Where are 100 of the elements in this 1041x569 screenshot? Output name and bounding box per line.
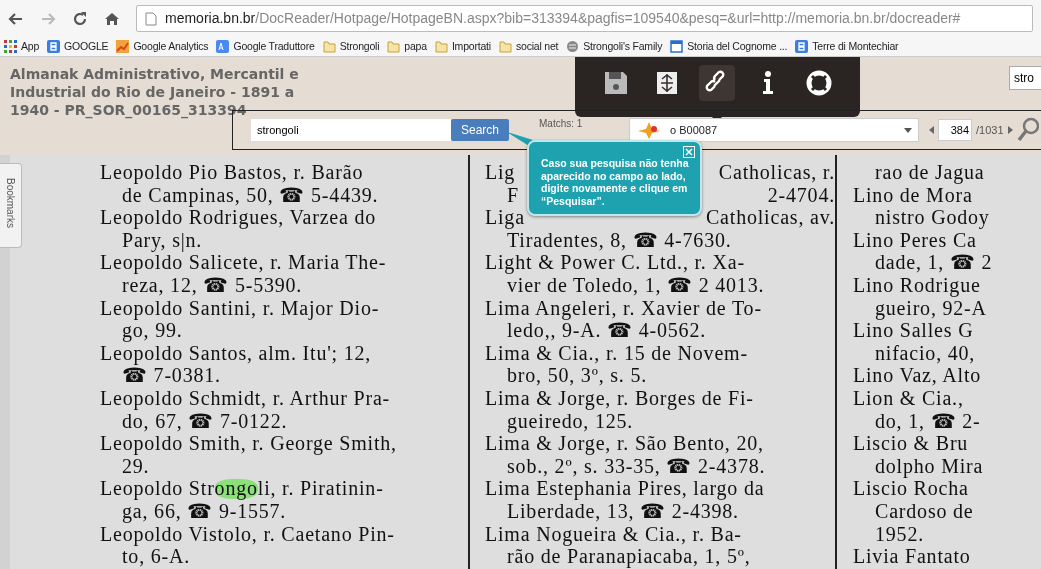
dropdown-caret-icon — [904, 127, 913, 133]
scan-text-line: Leopoldo Santini, r. Major Dio- — [100, 296, 380, 320]
search-field[interactable]: stro — [1009, 66, 1041, 90]
scan-text-line: Lima & Jorge, r. São Bento, 20, — [485, 432, 764, 455]
scan-text-line: dade, 1, ☎ 2 — [875, 251, 993, 274]
folder-icon — [434, 40, 448, 53]
scan-text-line: Leopoldo Salicete, r. Maria The- — [100, 251, 387, 274]
folder-icon — [387, 40, 401, 53]
scan-text-line: Lima Estephania Pires, largo da — [485, 477, 765, 500]
edition-dropdown[interactable]: o B00087 — [629, 118, 920, 142]
scan-text-line: bro, 50, 3º, s. 5. — [507, 364, 648, 387]
scan-text-line: Livia Fantato — [853, 545, 971, 568]
bookmark-link[interactable]: Strongoli's Family — [566, 38, 663, 55]
scan-text-line: Liscio & Bru — [853, 432, 969, 455]
next-page-icon[interactable] — [1007, 126, 1013, 134]
scan-text-line: ga, 66, ☎ 9-1557. — [122, 499, 287, 523]
page-icon — [145, 11, 157, 26]
scan-text-line: ledo,, 9-A. ☎ 4-0562. — [507, 319, 706, 342]
scan-text-line: Lino Rodrigue — [853, 273, 981, 297]
bookmark-link[interactable]: Storia del Cognome ... — [670, 38, 788, 55]
close-button[interactable] — [683, 145, 695, 157]
back-arrow-icon[interactable] — [8, 10, 24, 27]
scan-text-line: Liberdade, 13, ☎ 2-4398. — [507, 499, 739, 523]
reload-icon[interactable] — [72, 10, 88, 27]
scan-text-line: to, 6-A. — [122, 545, 191, 568]
document-title: Industrial do Rio de Janeiro - 1891 a — [10, 83, 296, 101]
document-title: Almanak Administrativo, Mercantil e — [10, 65, 299, 83]
scan-text-line: Lig — [485, 161, 516, 184]
scan-text-line: Cardoso de — [875, 499, 974, 523]
bookmark-link[interactable]: GOOGLE — [47, 38, 109, 55]
scan-text-line: ☎ 7-0381. — [122, 364, 221, 387]
search-button[interactable]: Search — [451, 119, 510, 141]
apps-grid-icon — [4, 40, 17, 53]
scan-text-line: reza, 12, ☎ 5-5390. — [122, 273, 303, 297]
scan-text-line: do, 67, ☎ 7-0122. — [122, 409, 288, 433]
scan-text-line: Liscio Rocha — [853, 477, 969, 500]
bookmark-link[interactable]: Strongoli — [322, 38, 380, 55]
scan-text-line: Catholicas, av. — [706, 206, 835, 229]
close-icon — [683, 146, 695, 159]
scan-text-line: go, 99. — [122, 319, 183, 342]
scan-text-line: Lima & Cia., r. 15 de Novem- — [485, 341, 748, 365]
toolbar-button[interactable] — [699, 65, 736, 101]
zoom-icon[interactable] — [1016, 117, 1039, 143]
scan-text-line: Lima Angeleri, r. Xavier de To- — [485, 296, 762, 320]
scan-text-line: 29. — [122, 454, 150, 478]
page-total: /1031 — [976, 122, 1004, 138]
scan-text-line: vier de Toledo, 1, ☎ 2 4013. — [507, 273, 765, 297]
g-logo-icon — [47, 40, 61, 53]
bookmark-link[interactable]: Terre di Montechiar — [795, 38, 899, 55]
scan-text-line: nistro Godoy — [875, 206, 990, 229]
scan-text-line: nifacio, 40, — [875, 341, 976, 365]
scan-text-line: Lion & Cia., — [853, 386, 964, 410]
scan-text-line: Light & Power C. Ltd., r. Xa- — [485, 251, 745, 274]
bookmarks-tab[interactable]: Bookmarks — [0, 163, 22, 248]
g-logo-icon — [795, 40, 809, 53]
scan-text-line: Lino Vaz, Alto — [853, 364, 982, 387]
scan-text-line: de Campinas, 50, ☎ 5-4439. — [122, 183, 379, 207]
scan-text-line: Leopoldo Pio Bastos, r. Barão — [100, 161, 364, 184]
lifebuoy-icon — [804, 69, 833, 97]
scan-text-line: Leopoldo Rodrigues, Varzea do — [100, 206, 377, 229]
scan-text-line: Leopoldo Vistolo, r. Caetano Pin- — [100, 522, 395, 546]
matches-count: Matchs: 1 — [539, 117, 584, 131]
scan-text-line: Lino Salles G — [853, 319, 974, 342]
scan-text-line: Leopoldo Schmidt, r. Arthur Pra- — [100, 386, 390, 410]
bookmark-link[interactable]: Importati — [434, 38, 491, 55]
scan-text-line: F — [507, 183, 519, 207]
scan-text-line: gueiro, 92-A — [875, 296, 987, 320]
site-icon — [566, 40, 580, 53]
scan-text-line: Tiradentes, 8, ☎ 4-7630. — [507, 228, 732, 252]
tooltip-text: Caso sua pesquisa não tenha aparecido no campo ao lado, digite novamente e clique em “Pesquisar”. — [541, 157, 689, 207]
scan-text-line: 1952. — [875, 522, 924, 546]
scan-text-line: Catholicas, r. — [718, 161, 835, 184]
scan-text-line: gueiredo, 125. — [507, 409, 634, 433]
bookmark-link[interactable]: App — [4, 38, 40, 55]
document-title: 1940 - PR_SOR_00165_313394 — [10, 101, 248, 119]
scan-text-line: Lima Nogueira & Cia., r. Ba- — [485, 522, 742, 546]
address-bar[interactable]: memoria.bn.br/DocReader/Hotpage/HotpageBN.aspx?bib=313394&pagfis=109540&pesq=&url=http://memoria.bn.br/docreader# — [136, 5, 1033, 32]
bookmark-link[interactable]: papa — [387, 38, 427, 55]
scan-text-line: dolpho Mira — [875, 454, 984, 478]
scan-text-line: 2-4704. — [767, 183, 835, 207]
scan-text-line: Lino de Mora — [853, 183, 973, 207]
scan-text-line: Lima & Jorge, r. Borges de Fi- — [485, 386, 754, 410]
bookmark-link[interactable]: social net — [498, 38, 559, 55]
search-field[interactable]: strongoli — [251, 119, 451, 141]
previous-page-icon[interactable] — [929, 126, 935, 134]
home-icon[interactable] — [104, 10, 120, 27]
scan-text-line: Pary, s|n. — [122, 228, 203, 252]
translate-icon — [216, 40, 230, 53]
scan-text-line: Leopoldo Strongoli, r. Piratinin- — [100, 477, 384, 500]
folder-icon — [498, 40, 512, 53]
scan-text-line: Leopoldo Smith, r. George Smith, — [100, 432, 397, 455]
scan-text-line: Liga — [485, 206, 525, 229]
scan-text-line: rão de Paranapiacaba, 1, 5º, — [507, 545, 751, 568]
bookmark-link[interactable]: Google Traduttore — [216, 38, 315, 55]
scan-text-line: Leopoldo Santos, alm. Itu'; 12, — [100, 341, 372, 365]
page-number-field[interactable]: 384 — [938, 119, 973, 141]
bookmark-link[interactable]: Google Analytics — [116, 38, 209, 55]
chart-icon — [116, 40, 130, 53]
scan-text-line: sob., 2º, s. 33-35, ☎ 2-4378. — [507, 454, 766, 478]
scan-text-line: do, 1, ☎ 2- — [875, 409, 981, 433]
